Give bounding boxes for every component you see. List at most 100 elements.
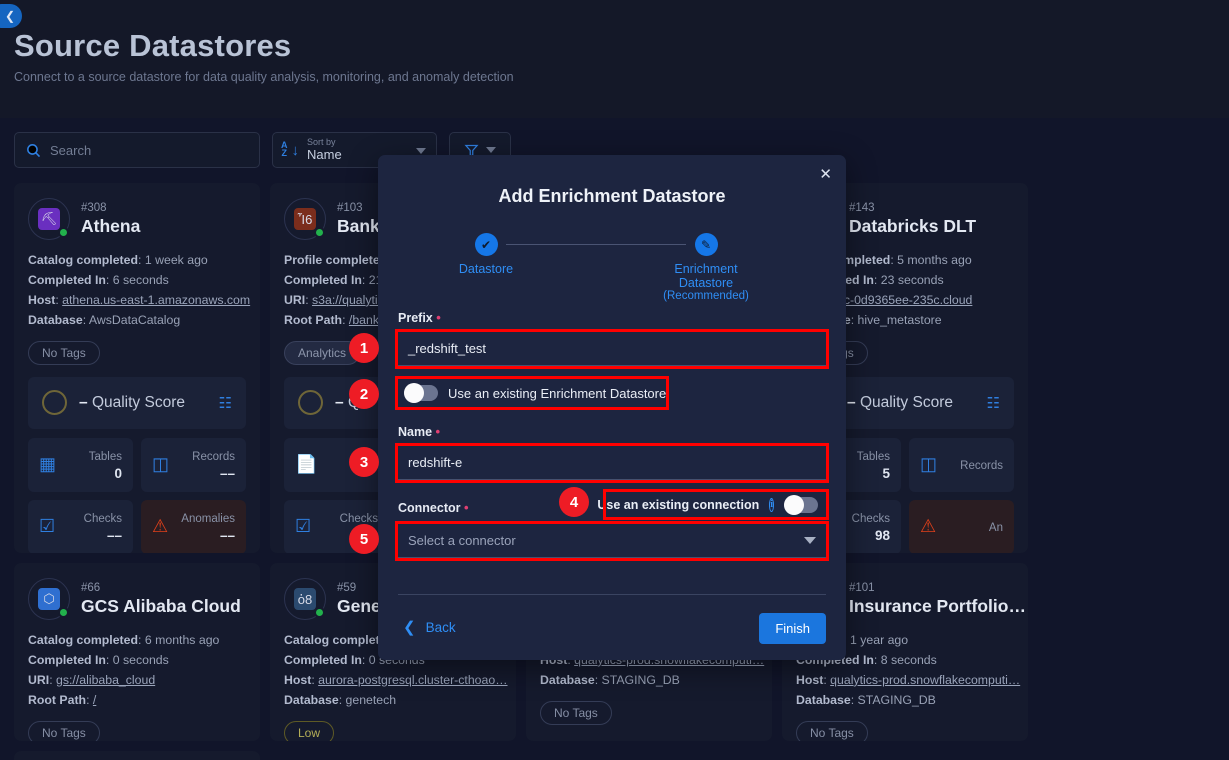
annotation-badge-3: 3 [349, 447, 379, 477]
back-button-label: Back [425, 619, 456, 635]
meta-label: Database [284, 692, 339, 707]
card-tag[interactable]: No Tags [540, 700, 612, 725]
datastore-card[interactable]: ❄#119MIMIC IIIProfile completed: 8 month… [14, 751, 260, 760]
meta-label: Root Path [28, 692, 87, 707]
wizard-step-enrichment[interactable]: ✎ Enrichment Datastore (Recommended) [646, 233, 766, 302]
back-button[interactable]: ❮ Back [403, 618, 456, 636]
use-existing-connection-label: Use an existing connection [597, 497, 760, 512]
wizard-step-datastore-label: Datastore [458, 262, 514, 276]
avatar: ⛏ [28, 198, 70, 240]
close-icon[interactable]: ✕ [819, 167, 832, 182]
chevron-left-icon: ❮ [4, 9, 15, 23]
use-existing-connection-toggle[interactable]: Use an existing connection i [597, 489, 829, 520]
stat-tile[interactable]: ◫ Records [909, 437, 1014, 492]
check-icon: ✔ [474, 233, 498, 256]
quality-score-ring [298, 390, 323, 416]
stat-value: 0 [114, 465, 122, 481]
meta-link[interactable]: qualytics-prod.snowflakecomputi… [830, 673, 1020, 687]
quality-score-ring [42, 390, 67, 416]
meta-label: Completed In [284, 652, 362, 667]
meta-value: hive_metastore [857, 312, 942, 327]
quality-score-label: Quality Score [859, 393, 953, 411]
info-icon[interactable]: i [769, 497, 774, 512]
meta-label: Profile completed [284, 253, 388, 267]
toggle-knob [404, 383, 424, 403]
meta-row: Database: STAGING_DB [540, 672, 680, 687]
search-input[interactable]: Search [14, 132, 260, 168]
wizard-stepper: ✔ Datastore ✎ Enrichment Datastore (Reco… [378, 233, 846, 302]
stat-tile[interactable]: ⚠ Anomalies –– [141, 499, 246, 553]
meta-value: 5 months ago [897, 253, 972, 267]
quality-score-value: – [847, 393, 856, 411]
meta-label: URI [28, 672, 50, 687]
datastore-card[interactable]: ⬡ #66 GCS Alibaba Cloud Catalog completed: … [14, 563, 260, 741]
meta-row: Catalog completed: 1 week ago [28, 253, 208, 267]
meta-row: URI: gs://alibaba_cloud [28, 672, 156, 687]
meta-label: Completed In [28, 272, 106, 287]
card-meta: Catalog completed: 6 months ago Completed… [28, 631, 246, 711]
stat-tile[interactable]: ☑ Checks –– [28, 499, 133, 553]
pencil-icon: ✎ [694, 233, 718, 256]
card-stats: ▦ Tables 0 ◫ Records –– ☑ Checks –– ⚠ Anomalies –– [28, 437, 246, 553]
card-header: ⬡ #66 GCS Alibaba Cloud [28, 576, 246, 622]
meta-label: Completed In [28, 652, 106, 667]
datastore-card[interactable]: ⛏ #308 Athena Catalog completed: 1 week ago… [14, 183, 260, 553]
chevron-down-icon [804, 537, 816, 544]
bank-icon: Ἶ6 [294, 208, 316, 230]
collapse-sidebar-button[interactable]: ❮ [0, 4, 22, 28]
meta-value: 6 months ago [144, 633, 220, 647]
quality-score-panel: – Quality Score ☷ [28, 376, 246, 429]
card-tag[interactable]: No Tags [28, 340, 100, 365]
meta-label: Host [28, 292, 56, 307]
card-tag[interactable]: No Tags [796, 720, 868, 741]
records-icon: ◫ [920, 454, 938, 475]
meta-label: Host [796, 672, 824, 687]
modal-divider [398, 594, 826, 595]
stat-label: Checks [851, 512, 890, 525]
avatar: ⬡ [28, 578, 70, 620]
meta-label: Database [28, 312, 83, 327]
meta-row: Host: qualytics-prod.snowflakecomputi… [796, 672, 1021, 687]
app-root: ❮ Source Datastores Connect to a source … [0, 0, 1229, 760]
meta-link[interactable]: / [93, 693, 96, 707]
stat-tile[interactable]: ⚠ An [909, 499, 1014, 553]
meta-link[interactable]: dbc-0d9365ee-235c.cloud [830, 293, 972, 307]
warning-icon: ⚠ [152, 516, 169, 537]
avatar: Ἶ6 [284, 198, 326, 240]
meta-value: 1 week ago [144, 253, 208, 267]
stat-label: An [988, 521, 1003, 534]
stat-tile[interactable]: ◫ Records –– [141, 437, 246, 492]
meta-row: Completed In: 0 seconds [28, 652, 169, 667]
card-tag[interactable]: Low [284, 720, 335, 741]
card-title: Athena [81, 215, 141, 236]
stat-label: Tables [88, 450, 122, 463]
stat-tile[interactable]: ▦ Tables 0 [28, 437, 133, 492]
chevron-down-icon [416, 148, 426, 154]
status-dot [314, 607, 325, 618]
prefix-input[interactable]: _redshift_test [395, 329, 829, 369]
warning-icon: ⚠ [920, 516, 937, 537]
connector-select[interactable]: Select a connector [395, 521, 829, 561]
meta-label: Catalog completed [28, 253, 139, 267]
chevron-down-icon [486, 147, 496, 153]
finish-button[interactable]: Finish [759, 613, 826, 644]
checks-icon: ☑ [295, 516, 312, 537]
toggle-switch-off[interactable] [404, 383, 438, 403]
meta-label: Catalog completed [28, 633, 139, 647]
meta-label: Host [284, 672, 312, 687]
search-icon [27, 143, 41, 157]
wizard-step-datastore[interactable]: ✔ Datastore [426, 233, 546, 276]
meta-link[interactable]: gs://alibaba_cloud [56, 673, 155, 687]
meta-value: 1 year ago [850, 633, 909, 647]
use-existing-enrichment-datastore-toggle[interactable]: Use an existing Enrichment Datastore [395, 376, 669, 410]
meta-link[interactable]: aurora-postgresql.cluster-cthoao… [318, 673, 507, 687]
card-tag[interactable]: No Tags [28, 720, 100, 741]
name-input[interactable]: redshift-e [395, 443, 829, 483]
hierarchy-icon[interactable]: ☷ [987, 394, 1000, 412]
stat-label: Tables [856, 450, 890, 463]
hierarchy-icon[interactable]: ☷ [219, 394, 232, 412]
status-dot [314, 227, 325, 238]
meta-link[interactable]: s3a://qualytic [312, 293, 384, 307]
toggle-switch-off[interactable] [784, 494, 818, 515]
meta-link[interactable]: athena.us-east-1.amazonaws.com [62, 293, 250, 307]
